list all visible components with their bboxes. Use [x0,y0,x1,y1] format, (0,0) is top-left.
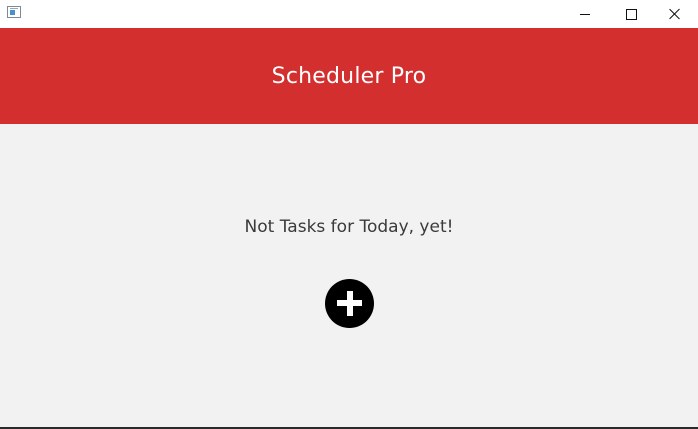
minimize-icon [580,13,590,15]
maximize-icon [625,8,637,20]
app-header: Scheduler Pro [0,28,698,124]
minimize-button[interactable] [562,0,608,28]
app-window-icon [7,6,21,18]
app-window: Scheduler Pro Not Tasks for Today, yet! [0,0,698,429]
maximize-button[interactable] [608,0,654,28]
empty-state-message: Not Tasks for Today, yet! [244,217,454,237]
close-button[interactable] [652,0,698,28]
close-icon [669,8,681,20]
app-title: Scheduler Pro [271,63,427,89]
title-bar[interactable] [0,0,698,28]
add-task-button[interactable] [325,279,374,328]
